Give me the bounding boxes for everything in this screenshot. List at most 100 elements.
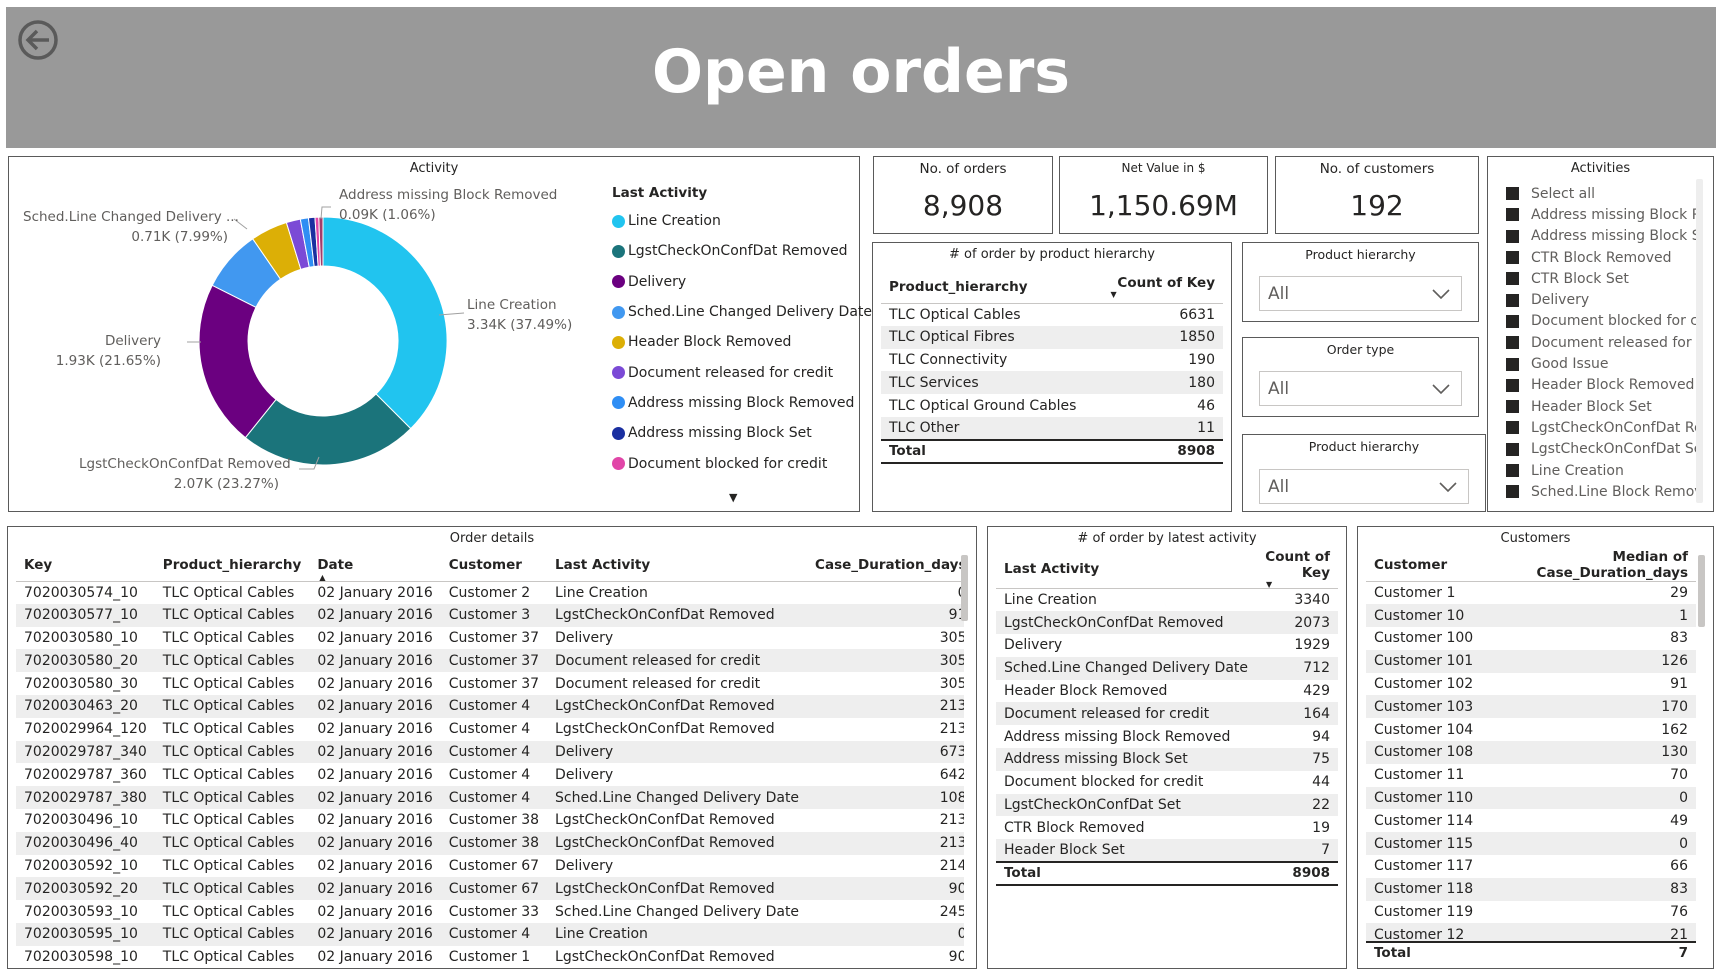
table-row[interactable]: Header Block Set 7 bbox=[996, 839, 1338, 863]
order-type-dropdown[interactable]: All bbox=[1259, 371, 1462, 406]
activity-option[interactable]: CTR Block Removed bbox=[1506, 247, 1696, 268]
legend-item[interactable]: Document blocked for credit bbox=[612, 448, 852, 478]
table-row[interactable]: Document released for credit 164 bbox=[996, 702, 1338, 726]
table-row[interactable]: Customer 110 0 bbox=[1366, 786, 1696, 810]
table-row[interactable]: 7020030592_20 TLC Optical Cables 02 Januar… bbox=[16, 877, 964, 901]
activity-option[interactable]: Sched.Line Block Removed bbox=[1506, 481, 1696, 502]
table-row[interactable]: 7020030496_40 TLC Optical Cables 02 Januar… bbox=[16, 831, 964, 855]
legend-item[interactable]: Document released for credit bbox=[612, 357, 852, 387]
table-row[interactable]: 7020029787_380 TLC Optical Cables 02 Janua… bbox=[16, 786, 964, 809]
checkbox-checked-icon[interactable] bbox=[1506, 187, 1519, 201]
caret-down-icon[interactable]: ▼ bbox=[729, 491, 737, 504]
table-row[interactable]: TLC Connectivity 190 bbox=[881, 349, 1223, 372]
column-header[interactable]: Count of Key ▼ bbox=[1256, 549, 1338, 589]
table-row[interactable]: 7020030463_20 TLC Optical Cables 02 Januar… bbox=[16, 694, 964, 718]
table-row[interactable]: Header Block Removed 429 bbox=[996, 680, 1338, 703]
table-row[interactable]: TLC Other 11 bbox=[881, 416, 1223, 440]
table-row[interactable]: 7020030598_10 TLC Optical Cables 02 Januar… bbox=[16, 946, 964, 965]
scrollbar[interactable] bbox=[1696, 179, 1703, 503]
column-header[interactable]: Count of Key ▼ bbox=[1100, 271, 1223, 303]
table-row[interactable]: 7020029787_340 TLC Optical Cables 02 Janua… bbox=[16, 740, 964, 764]
activity-option[interactable]: Delivery bbox=[1506, 289, 1696, 310]
table-row[interactable]: Address missing Block Set 75 bbox=[996, 748, 1338, 771]
checkbox-checked-icon[interactable] bbox=[1506, 357, 1519, 371]
checkbox-checked-icon[interactable] bbox=[1506, 293, 1519, 307]
table-row[interactable]: Customer 104 162 bbox=[1366, 718, 1696, 741]
product-hierarchy-dropdown[interactable]: All bbox=[1259, 276, 1462, 311]
checkbox-checked-icon[interactable] bbox=[1506, 378, 1519, 392]
table-row[interactable]: 7020030580_10 TLC Optical Cables 02 Januar… bbox=[16, 627, 964, 650]
activity-option[interactable]: Document blocked for cre... bbox=[1506, 311, 1696, 332]
activity-option[interactable]: Address missing Block Set bbox=[1506, 226, 1696, 247]
legend-item[interactable]: Delivery bbox=[612, 267, 852, 297]
table-row[interactable]: TLC Optical Fibres 1850 bbox=[881, 325, 1223, 349]
checkbox-checked-icon[interactable] bbox=[1506, 485, 1519, 499]
activity-option[interactable]: Good Issue bbox=[1506, 353, 1696, 374]
column-header[interactable]: Customer bbox=[1366, 549, 1481, 582]
table-row[interactable]: 7020030593_10 TLC Optical Cables 02 Januar… bbox=[16, 900, 964, 923]
activity-option[interactable]: Header Block Removed bbox=[1506, 375, 1696, 396]
table-row[interactable]: Customer 100 83 bbox=[1366, 627, 1696, 650]
column-header[interactable]: Customer bbox=[441, 549, 547, 581]
table-row[interactable]: 7020029964_120 TLC Optical Cables 02 Janua… bbox=[16, 718, 964, 741]
column-header[interactable]: Date ▲ bbox=[309, 549, 440, 582]
table-row[interactable]: Customer 1 29 bbox=[1366, 582, 1696, 605]
table-row[interactable]: Customer 117 66 bbox=[1366, 855, 1696, 878]
legend-item[interactable]: Line Creation bbox=[612, 206, 852, 236]
table-row[interactable]: Customer 108 130 bbox=[1366, 741, 1696, 764]
column-header[interactable]: Product_hierarchy bbox=[155, 549, 310, 581]
table-row[interactable]: Delivery 1929 bbox=[996, 634, 1338, 657]
donut-slice[interactable] bbox=[322, 216, 448, 430]
table-row[interactable]: 7020030577_10 TLC Optical Cables 02 Januar… bbox=[16, 603, 964, 627]
table-row[interactable]: CTR Block Removed 19 bbox=[996, 816, 1338, 839]
legend-item[interactable]: Sched.Line Changed Delivery Date bbox=[612, 297, 872, 327]
activity-option[interactable]: Document released for cr... bbox=[1506, 332, 1696, 353]
table-row[interactable]: TLC Services 180 bbox=[881, 371, 1223, 395]
checkbox-checked-icon[interactable] bbox=[1506, 272, 1519, 286]
table-row[interactable]: 7020030574_10 TLC Optical Cables 02 Januar… bbox=[16, 581, 964, 604]
activity-option[interactable]: LgstCheckOnConfDat Set bbox=[1506, 439, 1696, 460]
legend-item[interactable]: Address missing Block Set bbox=[612, 418, 852, 448]
activity-option[interactable]: CTR Block Set bbox=[1506, 268, 1696, 289]
column-header[interactable]: Key bbox=[16, 549, 155, 581]
checkbox-checked-icon[interactable] bbox=[1506, 442, 1519, 456]
checkbox-checked-icon[interactable] bbox=[1506, 208, 1519, 222]
table-row[interactable]: LgstCheckOnConfDat Removed 2073 bbox=[996, 611, 1338, 635]
table-row[interactable]: Line Creation 3340 bbox=[996, 589, 1338, 612]
table-row[interactable]: 7020030580_30 TLC Optical Cables 02 Januar… bbox=[16, 672, 964, 695]
table-row[interactable]: Customer 114 49 bbox=[1366, 809, 1696, 832]
table-row[interactable]: 7020030580_20 TLC Optical Cables 02 Januar… bbox=[16, 649, 964, 673]
table-row[interactable]: TLC Optical Cables 6631 bbox=[881, 303, 1223, 326]
table-row[interactable]: Customer 102 91 bbox=[1366, 673, 1696, 696]
column-header[interactable]: Last Activity bbox=[547, 549, 807, 581]
table-row[interactable]: Document blocked for credit 44 bbox=[996, 771, 1338, 794]
checkbox-checked-icon[interactable] bbox=[1506, 464, 1519, 477]
activity-option[interactable]: Select all bbox=[1506, 183, 1696, 204]
checkbox-checked-icon[interactable] bbox=[1506, 229, 1519, 243]
legend-item[interactable]: LgstCheckOnConfDat Removed bbox=[612, 236, 852, 266]
table-row[interactable]: Sched.Line Changed Delivery Date 712 bbox=[996, 656, 1338, 680]
legend-item[interactable]: Header Block Removed bbox=[612, 327, 852, 357]
checkbox-checked-icon[interactable] bbox=[1506, 336, 1519, 350]
table-row[interactable]: Customer 118 83 bbox=[1366, 877, 1696, 901]
table-row[interactable]: Customer 103 170 bbox=[1366, 695, 1696, 719]
product-hierarchy-dropdown-2[interactable]: All bbox=[1259, 469, 1469, 504]
legend-item[interactable]: Address missing Block Removed bbox=[612, 388, 854, 418]
table-row[interactable]: Customer 101 126 bbox=[1366, 649, 1696, 673]
column-header[interactable]: Last Activity bbox=[996, 549, 1256, 589]
checkbox-checked-icon[interactable] bbox=[1506, 421, 1519, 435]
activity-option[interactable]: Header Block Set bbox=[1506, 396, 1696, 417]
table-row[interactable]: 7020030496_10 TLC Optical Cables 02 Januar… bbox=[16, 809, 964, 832]
table-row[interactable]: 7020029787_360 TLC Optical Cables 02 Janua… bbox=[16, 763, 964, 786]
table-row[interactable]: Customer 115 0 bbox=[1366, 832, 1696, 856]
activity-option[interactable]: Line Creation bbox=[1506, 460, 1696, 481]
table-row[interactable]: Customer 10 1 bbox=[1366, 604, 1696, 628]
table-row[interactable]: 7020030595_10 TLC Optical Cables 02 Januar… bbox=[16, 922, 964, 946]
scrollbar[interactable] bbox=[961, 555, 968, 621]
column-header[interactable]: Median of Case_Duration_days bbox=[1481, 549, 1696, 582]
table-row[interactable]: LgstCheckOnConfDat Set 22 bbox=[996, 793, 1338, 817]
table-row[interactable]: Customer 119 76 bbox=[1366, 901, 1696, 924]
checkbox-checked-icon[interactable] bbox=[1506, 314, 1519, 328]
scrollbar[interactable] bbox=[1698, 555, 1705, 627]
table-row[interactable]: 7020030592_10 TLC Optical Cables 02 Januar… bbox=[16, 855, 964, 878]
